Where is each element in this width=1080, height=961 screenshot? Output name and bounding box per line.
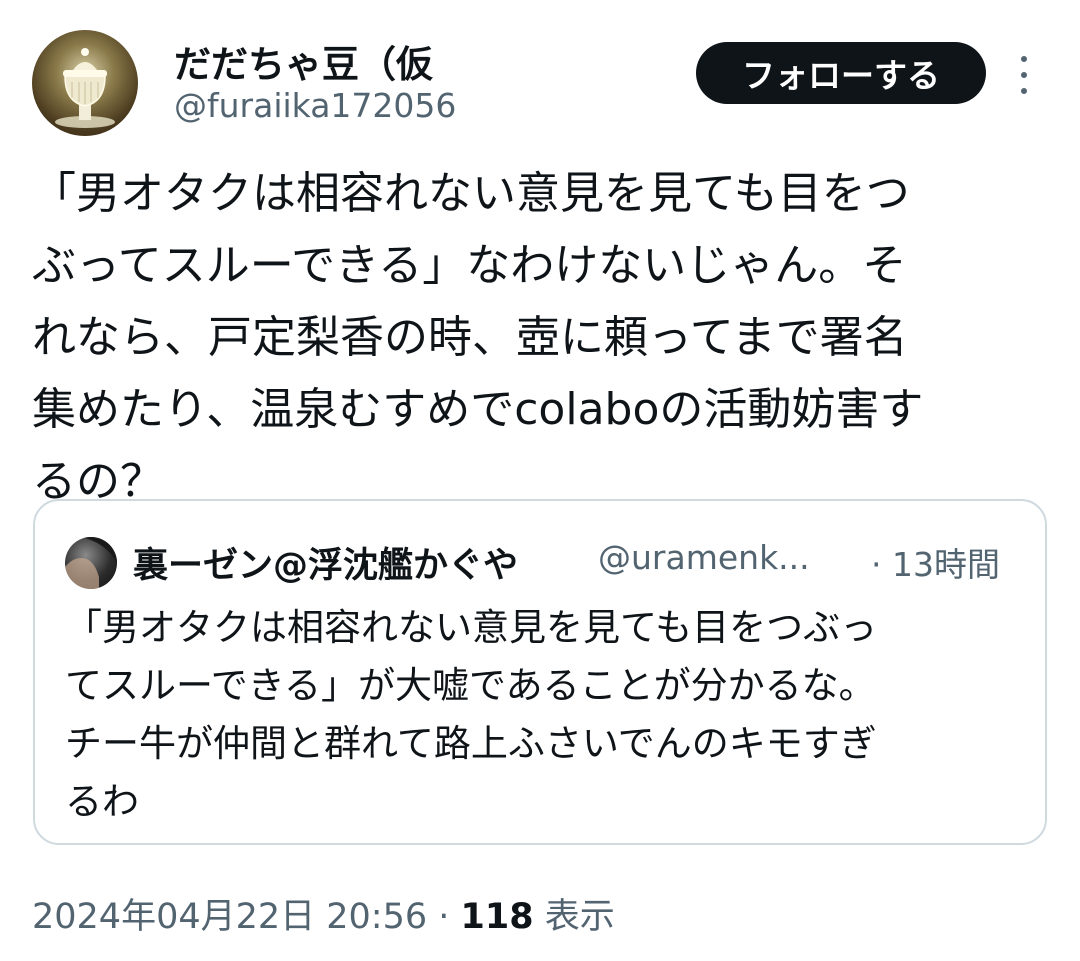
tweet-text: 「男オタクは相容れない意見を見ても目をつ ぶってスルーできる」なわけないじゃん。… xyxy=(32,168,924,507)
meta-separator: · xyxy=(427,897,461,937)
tweet-datetime[interactable]: 2024年04月22日 20:56 xyxy=(32,897,427,937)
more-dot xyxy=(1021,56,1027,62)
more-options-icon[interactable] xyxy=(1012,50,1036,100)
quoted-tweet-time[interactable]: · 13時間 xyxy=(871,538,1000,586)
views-count: 118 xyxy=(460,897,534,937)
more-dot xyxy=(1021,72,1027,78)
glass-vase-icon xyxy=(55,48,115,128)
author-avatar[interactable] xyxy=(32,30,138,136)
author-display-name[interactable]: だだちゃ豆（仮 xyxy=(174,34,433,88)
quoted-author-handle[interactable]: @uramenk... xyxy=(598,538,810,577)
author-handle[interactable]: @furaiika172056 xyxy=(174,86,456,125)
person-silhouette-icon xyxy=(65,537,117,589)
follow-button[interactable]: フォローする xyxy=(696,42,986,104)
views-label: 表示 xyxy=(533,897,615,937)
quoted-author-display-name[interactable]: 裏ーゼン@浮沈艦かぐや xyxy=(133,537,518,588)
quoted-tweet-card[interactable]: 裏ーゼン@浮沈艦かぐや @uramenk... · 13時間 「男オタクは相容れ… xyxy=(33,499,1047,845)
more-dot xyxy=(1021,88,1027,94)
quoted-author-avatar[interactable] xyxy=(65,537,117,589)
quoted-tweet-text: 「男オタクは相容れない意見を見ても目をつぶっ てスルーできる」が大嘘であることが… xyxy=(65,606,878,823)
tweet-meta: 2024年04月22日 20:56 · 118 表示 xyxy=(32,888,615,939)
